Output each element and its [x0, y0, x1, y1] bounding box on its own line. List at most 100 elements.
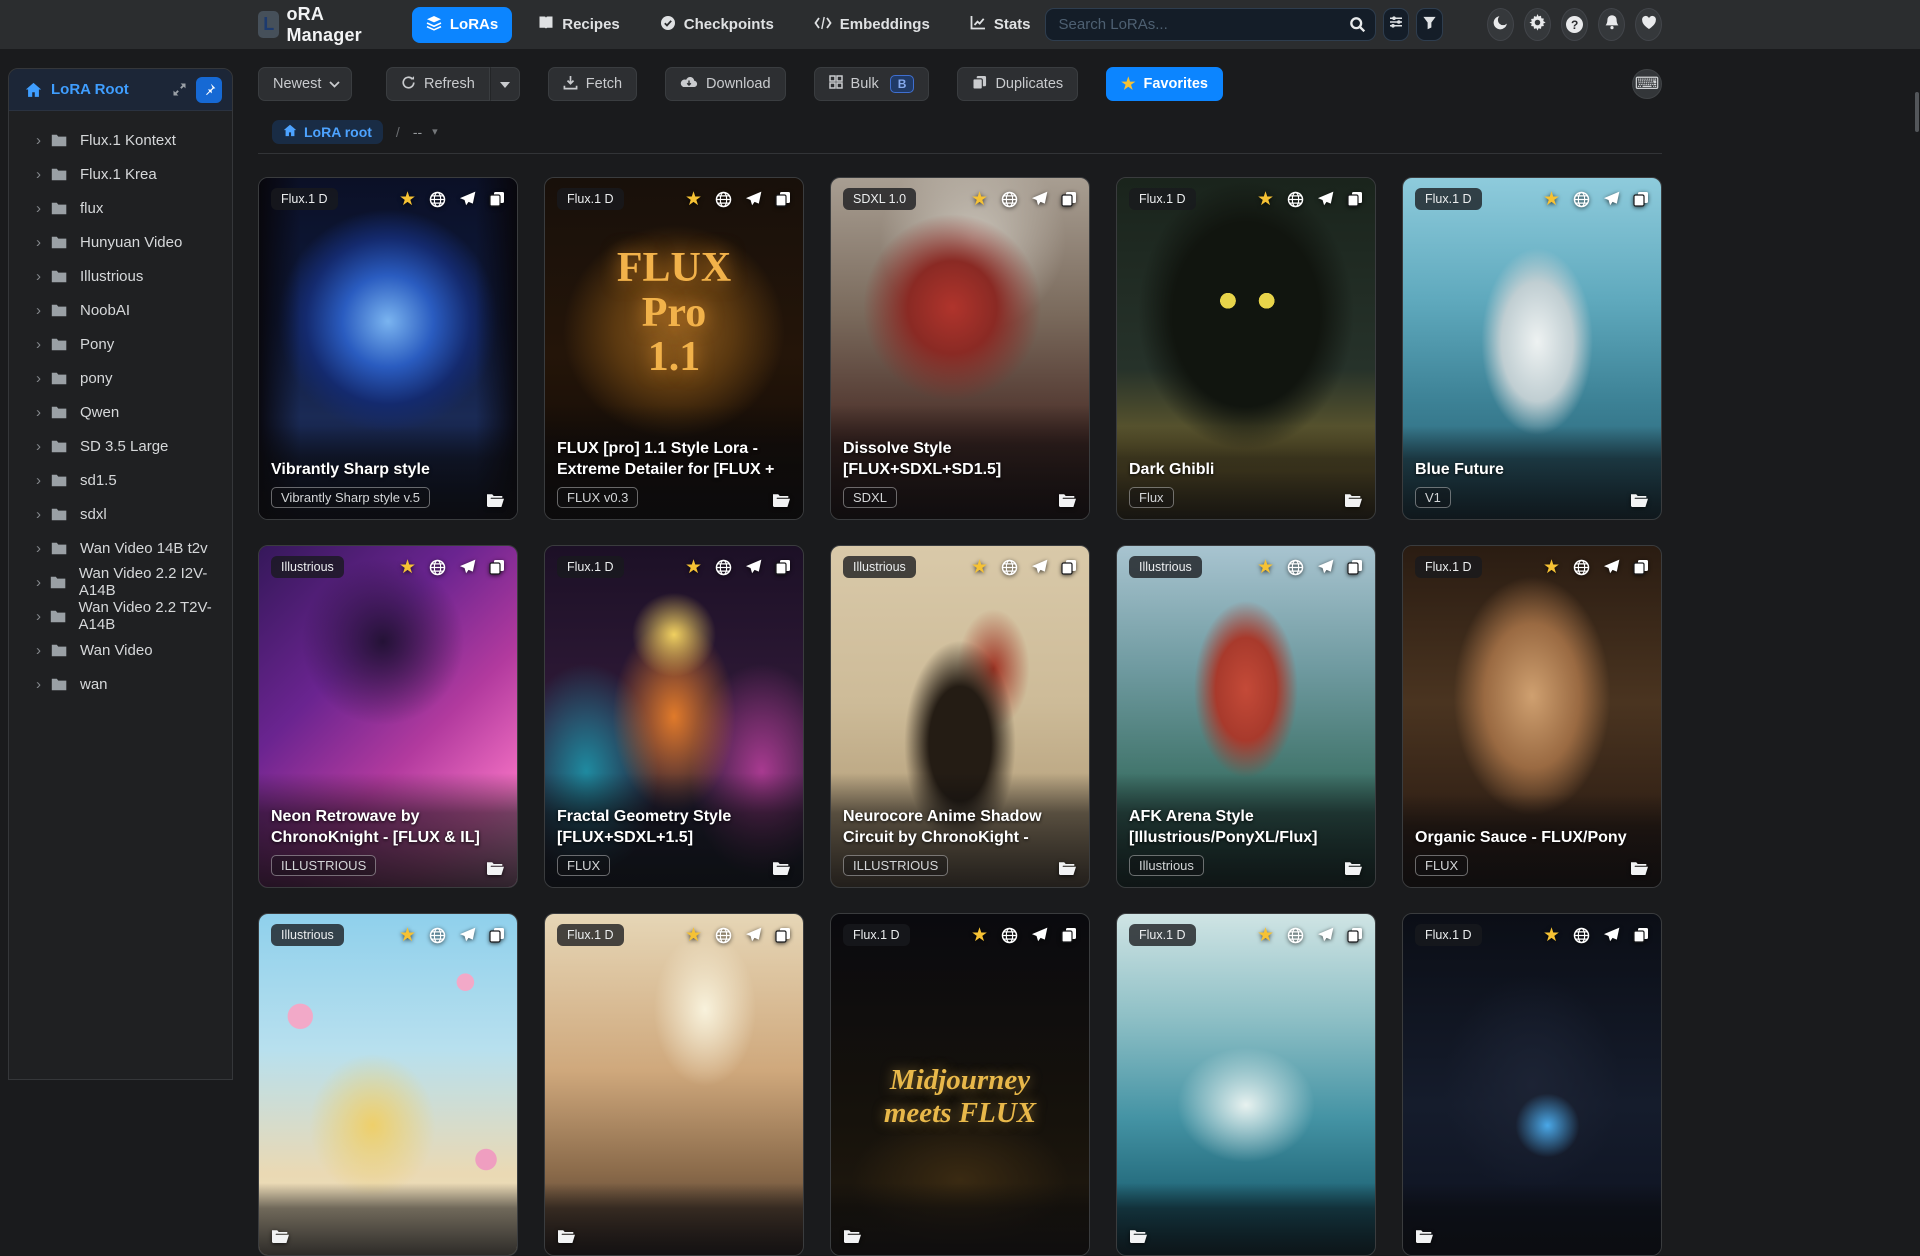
sidebar-folder-item[interactable]: › Illustrious [9, 259, 232, 293]
sort-options-button[interactable] [1382, 8, 1410, 41]
tab-loras[interactable]: LoRAs [411, 6, 513, 43]
favorite-star-icon[interactable]: ★ [971, 558, 988, 577]
globe-icon[interactable] [429, 927, 446, 944]
globe-icon[interactable] [715, 191, 732, 208]
globe-icon[interactable] [1287, 191, 1304, 208]
lora-card[interactable]: Illustrious ★ AFK Arena Style [Illustrio… [1116, 545, 1376, 888]
tab-stats[interactable]: Stats [956, 7, 1045, 42]
folder-open-icon[interactable] [271, 1229, 290, 1244]
sidebar-folder-item[interactable]: › NoobAI [9, 293, 232, 327]
folder-open-icon[interactable] [1630, 861, 1649, 876]
breadcrumb-root[interactable]: LoRA root [272, 119, 383, 144]
duplicates-button[interactable]: Duplicates [957, 67, 1079, 101]
folder-open-icon[interactable] [1344, 861, 1363, 876]
send-icon[interactable] [1603, 559, 1620, 576]
search-input[interactable] [1044, 8, 1376, 41]
download-button[interactable]: Download [665, 67, 786, 101]
chevron-right-icon[interactable]: › [36, 200, 51, 217]
copy-icon[interactable] [1347, 927, 1363, 943]
send-icon[interactable] [459, 559, 476, 576]
chevron-right-icon[interactable]: › [36, 132, 51, 149]
sidebar-folder-item[interactable]: › Hunyuan Video [9, 225, 232, 259]
sidebar-folder-item[interactable]: › Wan Video 2.2 T2V-A14B [9, 599, 232, 633]
favorite-star-icon[interactable]: ★ [971, 926, 988, 945]
send-icon[interactable] [1317, 559, 1334, 576]
favorite-star-icon[interactable]: ★ [399, 926, 416, 945]
fetch-button[interactable]: Fetch [547, 67, 638, 101]
send-icon[interactable] [745, 559, 762, 576]
folder-open-icon[interactable] [486, 861, 505, 876]
favorites-filter-button[interactable]: ★ Favorites [1106, 67, 1223, 101]
globe-icon[interactable] [1001, 927, 1018, 944]
sort-dropdown[interactable]: Newest [258, 67, 352, 101]
copy-icon[interactable] [1061, 927, 1077, 943]
page-scrollbar[interactable] [1915, 92, 1919, 132]
copy-icon[interactable] [775, 927, 791, 943]
folder-open-icon[interactable] [772, 861, 791, 876]
lora-card[interactable]: Midjourney meets FLUX Flux.1 D ★ [830, 913, 1090, 1256]
copy-icon[interactable] [1061, 191, 1077, 207]
folder-open-icon[interactable] [1129, 1229, 1148, 1244]
globe-icon[interactable] [1001, 191, 1018, 208]
favorite-star-icon[interactable]: ★ [1543, 190, 1560, 209]
bulk-button[interactable]: Bulk B [813, 67, 930, 101]
chevron-right-icon[interactable]: › [36, 506, 51, 523]
copy-icon[interactable] [1633, 191, 1649, 207]
sidebar-folder-item[interactable]: › Flux.1 Krea [9, 157, 232, 191]
chevron-right-icon[interactable]: › [36, 472, 51, 489]
lora-card[interactable]: Flux.1 D ★ Vibrantly Sharp style Vibrant… [258, 177, 518, 520]
keyboard-shortcuts-button[interactable]: ⌨ [1632, 69, 1662, 99]
chevron-right-icon[interactable]: › [36, 234, 51, 251]
copy-icon[interactable] [1347, 559, 1363, 575]
folder-open-icon[interactable] [557, 1229, 576, 1244]
chevron-right-icon[interactable]: › [36, 268, 51, 285]
send-icon[interactable] [1031, 559, 1048, 576]
copy-icon[interactable] [1061, 559, 1077, 575]
folder-open-icon[interactable] [772, 493, 791, 508]
chevron-right-icon[interactable]: › [36, 540, 51, 557]
sidebar-folder-item[interactable]: › wan [9, 667, 232, 701]
sidebar-folder-item[interactable]: › SD 3.5 Large [9, 429, 232, 463]
send-icon[interactable] [1031, 191, 1048, 208]
send-icon[interactable] [1603, 191, 1620, 208]
folder-open-icon[interactable] [843, 1229, 862, 1244]
sidebar-folder-item[interactable]: › Wan Video [9, 633, 232, 667]
collapse-tree-icon[interactable] [172, 82, 187, 97]
send-icon[interactable] [745, 927, 762, 944]
lora-card[interactable]: Flux.1 D ★ Fractal Geometry Style [FLUX+… [544, 545, 804, 888]
chevron-right-icon[interactable]: › [36, 438, 51, 455]
globe-icon[interactable] [1573, 191, 1590, 208]
chevron-right-icon[interactable]: › [36, 608, 50, 625]
favorite-star-icon[interactable]: ★ [1257, 190, 1274, 209]
folder-open-icon[interactable] [486, 493, 505, 508]
folder-open-icon[interactable] [1344, 493, 1363, 508]
settings-button[interactable] [1524, 8, 1552, 41]
folder-open-icon[interactable] [1415, 1229, 1434, 1244]
copy-icon[interactable] [775, 559, 791, 575]
favorite-star-icon[interactable]: ★ [685, 558, 702, 577]
lora-card[interactable]: Illustrious ★ Neurocore Anime Shadow Cir… [830, 545, 1090, 888]
globe-icon[interactable] [429, 559, 446, 576]
favorite-star-icon[interactable]: ★ [1543, 926, 1560, 945]
folder-open-icon[interactable] [1058, 861, 1077, 876]
chevron-right-icon[interactable]: › [36, 336, 51, 353]
lora-card[interactable]: FLUX Pro 1.1 Flux.1 D ★ FLUX [pro] 1.1 S… [544, 177, 804, 520]
copy-icon[interactable] [489, 559, 505, 575]
refresh-button[interactable]: Refresh [386, 67, 490, 101]
lora-card[interactable]: Flux.1 D ★ Dark Ghibli Flux [1116, 177, 1376, 520]
chevron-right-icon[interactable]: › [36, 642, 51, 659]
lora-card[interactable]: Flux.1 D ★ [544, 913, 804, 1256]
lora-card[interactable]: SDXL 1.0 ★ Dissolve Style [FLUX+SDXL+SD1… [830, 177, 1090, 520]
help-button[interactable]: ? [1561, 8, 1589, 41]
favorite-star-icon[interactable]: ★ [1257, 558, 1274, 577]
globe-icon[interactable] [715, 559, 732, 576]
lora-card[interactable]: Flux.1 D ★ [1402, 913, 1662, 1256]
sidebar-folder-item[interactable]: › Wan Video 14B t2v [9, 531, 232, 565]
copy-icon[interactable] [489, 191, 505, 207]
globe-icon[interactable] [1287, 559, 1304, 576]
theme-toggle-button[interactable] [1487, 8, 1515, 41]
favorite-star-icon[interactable]: ★ [685, 926, 702, 945]
lora-card[interactable]: Flux.1 D ★ Blue Future V1 [1402, 177, 1662, 520]
sidebar-folder-item[interactable]: › Pony [9, 327, 232, 361]
favorite-star-icon[interactable]: ★ [685, 190, 702, 209]
